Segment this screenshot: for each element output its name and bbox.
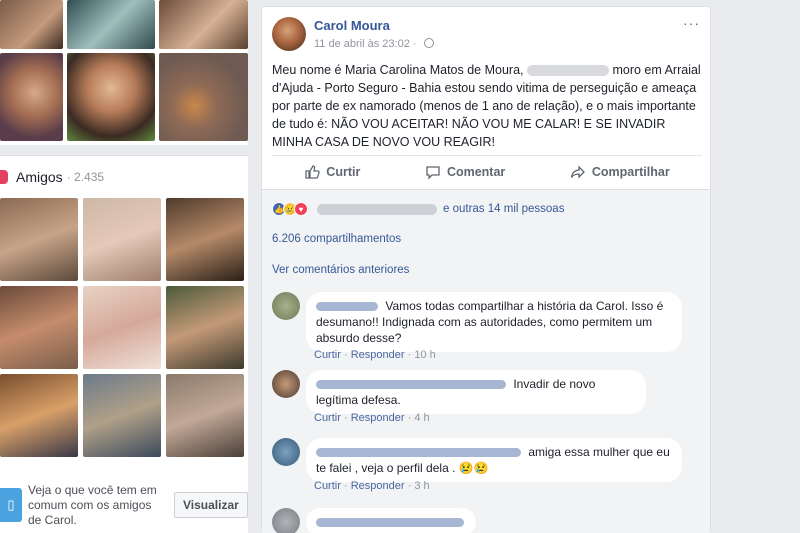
post-timestamp[interactable]: 11 de abril às 23:02 · xyxy=(314,38,417,50)
like-button[interactable]: Curtir xyxy=(304,164,360,180)
comment-bubble: amiga essa mulher que eu te falei , veja… xyxy=(306,438,682,482)
post-body: Meu nome é Maria Carolina Matos de Moura… xyxy=(272,61,702,151)
share-label: Compartilhar xyxy=(591,164,670,179)
photo-thumbnail[interactable] xyxy=(0,0,63,49)
post-date: 11 de abril às 23:02 · xyxy=(314,38,434,50)
shares-count[interactable]: 6.206 compartilhamentos xyxy=(272,233,401,245)
comment-bubble xyxy=(306,508,476,533)
comment-actions: Curtir · Responder · 4 h xyxy=(314,412,430,424)
speech-bubble-icon xyxy=(426,165,440,180)
like-label: Curtir xyxy=(326,164,361,179)
friend-tile[interactable] xyxy=(166,374,244,457)
friends-title[interactable]: Amigos xyxy=(16,169,63,185)
comment-label: Comentar xyxy=(446,164,506,179)
photo-thumbnail[interactable] xyxy=(67,0,155,49)
comment-reply-link[interactable]: Responder xyxy=(351,480,405,492)
post-action-bar: Curtir Comentar Compartilhar xyxy=(272,155,702,187)
friend-tile[interactable] xyxy=(0,374,78,457)
comment-time[interactable]: 10 h xyxy=(414,349,435,361)
photo-thumbnail[interactable] xyxy=(159,0,248,49)
comment-reply-link[interactable]: Responder xyxy=(351,412,405,424)
comment-actions: Curtir · Responder · 3 h xyxy=(314,480,430,492)
friend-tile[interactable] xyxy=(83,198,161,281)
friend-tile[interactable] xyxy=(166,198,244,281)
view-previous-comments[interactable]: Ver comentários anteriores xyxy=(272,264,409,276)
redacted-names xyxy=(317,203,437,215)
author-avatar[interactable] xyxy=(272,17,306,51)
more-options-icon[interactable]: ··· xyxy=(683,15,700,31)
post-text-part1: Meu nome é Maria Carolina Matos de Moura… xyxy=(272,63,524,77)
view-mutual-button[interactable]: Visualizar xyxy=(174,492,248,518)
share-arrow-icon xyxy=(570,164,585,179)
comment-bubble: Vamos todas compartilhar a história da C… xyxy=(306,292,682,352)
share-button[interactable]: Compartilhar xyxy=(570,164,670,180)
comment-like-link[interactable]: Curtir xyxy=(314,349,341,361)
reactions-summary[interactable]: 👍 😢 ♥ e outras 14 mil pessoas xyxy=(272,200,564,218)
left-column: Amigos · 2.435 ▯ Veja o que você tem em … xyxy=(0,0,248,533)
globe-icon xyxy=(423,38,434,48)
comment-time[interactable]: 4 h xyxy=(414,412,429,424)
comments-section: 👍 😢 ♥ e outras 14 mil pessoas 6.206 comp… xyxy=(262,189,710,533)
photo-thumbnail[interactable] xyxy=(67,53,155,141)
comment-actions: Curtir · Responder · 10 h xyxy=(314,349,436,361)
friends-card: Amigos · 2.435 ▯ Veja o que você tem em … xyxy=(0,155,248,533)
photo-thumbnail[interactable] xyxy=(159,53,248,141)
friends-header[interactable]: Amigos · 2.435 xyxy=(0,166,104,188)
comment-like-link[interactable]: Curtir xyxy=(314,412,341,424)
mutual-friends-text: Veja o que você tem em comum com os amig… xyxy=(28,482,157,527)
comment-time[interactable]: 3 h xyxy=(414,480,429,492)
photo-thumbnail[interactable] xyxy=(0,53,63,141)
photos-card xyxy=(0,0,248,145)
mutual-friends-box: ▯ Veja o que você tem em comum com os am… xyxy=(0,476,248,533)
post-author[interactable]: Carol Moura xyxy=(314,18,390,33)
redacted-commenter-name[interactable] xyxy=(316,380,506,390)
post-card: Carol Moura 11 de abril às 23:02 · ··· M… xyxy=(261,6,711,533)
commenter-avatar[interactable] xyxy=(272,292,300,320)
comment-like-link[interactable]: Curtir xyxy=(314,480,341,492)
reactions-text[interactable]: e outras 14 mil pessoas xyxy=(443,203,564,215)
thumbs-up-icon xyxy=(305,164,320,179)
friends-count: · 2.435 xyxy=(66,170,105,184)
comment-reply-link[interactable]: Responder xyxy=(351,349,405,361)
redacted-commenter-name[interactable] xyxy=(316,518,464,528)
commenter-avatar[interactable] xyxy=(272,370,300,398)
friends-icon xyxy=(0,170,8,184)
commenter-avatar[interactable] xyxy=(272,508,300,533)
commenter-avatar[interactable] xyxy=(272,438,300,466)
comment-button[interactable]: Comentar xyxy=(425,164,505,180)
love-reaction-icon: ♥ xyxy=(294,202,308,216)
redacted-commenter-name[interactable] xyxy=(316,448,521,458)
redacted-commenter-name[interactable] xyxy=(316,302,378,312)
friend-tile[interactable] xyxy=(83,374,161,457)
friend-tile[interactable] xyxy=(0,286,78,369)
friend-tile[interactable] xyxy=(166,286,244,369)
mutual-friends-icon: ▯ xyxy=(0,488,22,522)
friend-tile[interactable] xyxy=(83,286,161,369)
redacted-text xyxy=(527,65,609,77)
comment-bubble: Invadir de novo legítima defesa. xyxy=(306,370,646,414)
friend-tile[interactable] xyxy=(0,198,78,281)
